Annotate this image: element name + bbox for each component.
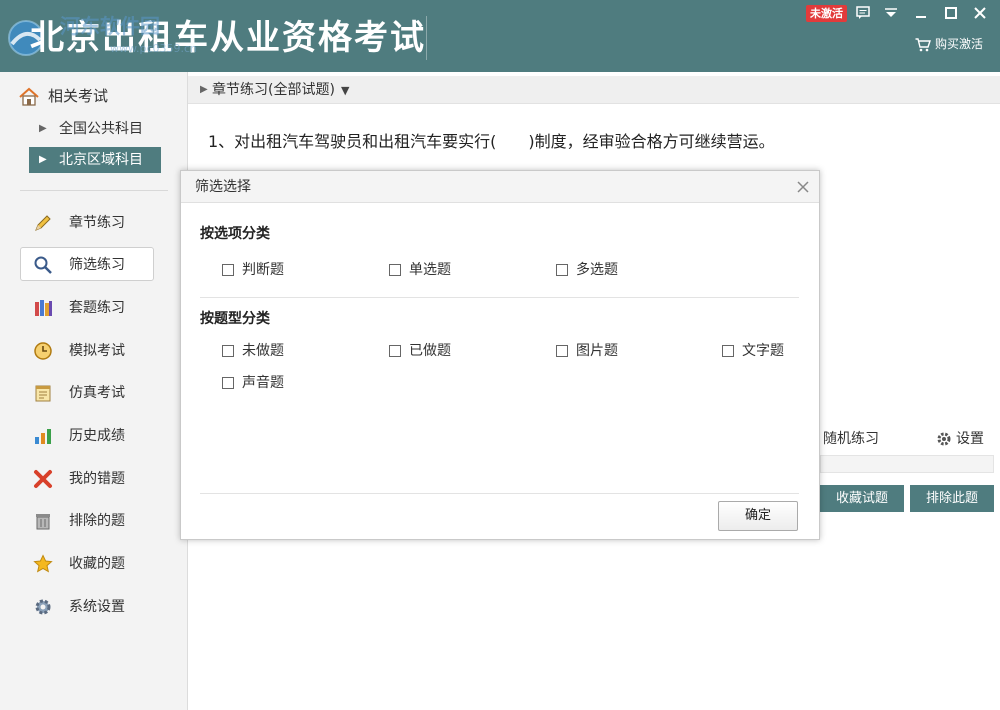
checkbox-image-question[interactable]: 图片题 xyxy=(556,341,618,361)
related-exams-header[interactable]: 相关考试 xyxy=(18,84,108,108)
nav-label: 收藏的题 xyxy=(69,556,125,572)
nav-chapter-practice[interactable]: 章节练习 xyxy=(20,205,154,239)
settings-label: 设置 xyxy=(956,431,984,447)
nav-history-scores[interactable]: 历史成绩 xyxy=(20,418,154,452)
star-icon xyxy=(33,554,53,573)
checkbox-done[interactable]: 已做题 xyxy=(389,341,451,361)
clock-icon xyxy=(34,342,52,360)
chevron-right-icon: ▶ xyxy=(39,154,47,165)
chevron-right-icon: ▶ xyxy=(200,84,208,95)
checkbox-not-done[interactable]: 未做题 xyxy=(222,341,284,361)
red-x-icon xyxy=(34,470,52,488)
magnifier-icon xyxy=(34,256,52,274)
checkbox-label: 声音题 xyxy=(242,375,284,391)
close-icon[interactable] xyxy=(969,3,991,23)
nav-label: 排除的题 xyxy=(69,513,125,529)
watermark-url: www.pc0359.cn xyxy=(110,42,198,55)
checkbox-box[interactable] xyxy=(222,264,234,276)
message-icon[interactable] xyxy=(852,3,874,23)
checkbox-box[interactable] xyxy=(389,264,401,276)
trash-icon xyxy=(36,514,50,530)
nav-label: 历史成绩 xyxy=(69,428,125,444)
notepad-icon xyxy=(35,385,51,402)
nav-set-practice[interactable]: 套题练习 xyxy=(20,290,154,324)
breadcrumb[interactable]: ▶ 章节练习(全部试题) ▼ xyxy=(188,76,1000,104)
checkbox-multiple-choice[interactable]: 多选题 xyxy=(556,260,618,280)
nav-excluded-questions[interactable]: 排除的题 xyxy=(20,503,154,537)
nav-favorite-questions[interactable]: 收藏的题 xyxy=(20,546,154,580)
dialog-divider xyxy=(200,297,799,298)
random-practice-option[interactable]: 随机练习 xyxy=(823,428,879,450)
checkbox-box[interactable] xyxy=(556,264,568,276)
checkbox-box[interactable] xyxy=(722,345,734,357)
gear-icon xyxy=(937,432,951,446)
activation-badge[interactable]: 未激活 xyxy=(806,5,847,22)
checkbox-text-question[interactable]: 文字题 xyxy=(722,341,784,361)
books-icon xyxy=(35,300,52,316)
watermark-text: 河东软件园 xyxy=(60,14,160,38)
checkbox-label: 单选题 xyxy=(409,262,451,278)
section-by-type: 按题型分类 xyxy=(200,311,270,327)
dialog-title: 筛选选择 xyxy=(195,179,251,195)
dialog-footer-divider xyxy=(200,493,799,494)
subject-label: 北京区域科目 xyxy=(59,152,143,168)
title-divider xyxy=(426,16,427,60)
subject-beijing-regional[interactable]: ▶ 北京区域科目 xyxy=(29,147,161,173)
exclude-question-button[interactable]: 排除此题 xyxy=(910,485,994,512)
maximize-icon[interactable] xyxy=(940,3,962,23)
buy-activate-button[interactable]: 购买激活 xyxy=(915,34,983,54)
nav-system-settings[interactable]: 系统设置 xyxy=(20,589,154,623)
nav-label: 套题练习 xyxy=(69,300,125,316)
breadcrumb-label: 章节练习(全部试题) xyxy=(212,82,335,98)
checkbox-box[interactable] xyxy=(556,345,568,357)
checkbox-label: 未做题 xyxy=(242,343,284,359)
bar-chart-icon xyxy=(35,429,51,444)
nav-mock-exam[interactable]: 模拟考试 xyxy=(20,333,154,367)
gear-icon xyxy=(35,599,51,615)
checkbox-label: 判断题 xyxy=(242,262,284,278)
title-bar: 北京出租车从业资格考试 河东软件园 www.pc0359.cn 未激活 购买激活 xyxy=(0,0,1000,72)
checkbox-single-choice[interactable]: 单选题 xyxy=(389,260,451,280)
checkbox-label: 图片题 xyxy=(576,343,618,359)
progress-track xyxy=(820,455,994,473)
checkbox-true-false[interactable]: 判断题 xyxy=(222,260,284,280)
dialog-header: 筛选选择 xyxy=(181,171,819,203)
subject-national-public[interactable]: ▶ 全国公共科目 xyxy=(29,116,161,142)
sidebar: 相关考试 ▶ 全国公共科目 ▶ 北京区域科目 章节练习 筛选练习 套题练习 模拟… xyxy=(0,72,188,710)
nav-my-wrong-questions[interactable]: 我的错题 xyxy=(20,461,154,495)
checkbox-label: 文字题 xyxy=(742,343,784,359)
nav-label: 模拟考试 xyxy=(69,343,125,359)
home-icon xyxy=(19,87,39,106)
chevron-right-icon: ▶ xyxy=(39,123,47,134)
caret-down-icon[interactable]: ▼ xyxy=(341,77,349,105)
cart-icon xyxy=(915,37,931,51)
checkbox-label: 已做题 xyxy=(409,343,451,359)
nav-label: 系统设置 xyxy=(69,599,125,615)
question-text: 1、对出租汽车驾驶员和出租汽车要实行( )制度，经审验合格方可继续营运。 xyxy=(208,132,775,151)
nav-filter-practice[interactable]: 筛选练习 xyxy=(20,247,154,281)
confirm-button[interactable]: 确定 xyxy=(718,501,798,531)
pencil-icon xyxy=(35,215,51,231)
filter-dialog: 筛选选择 按选项分类 判断题 单选题 多选题 按题型分类 未做题 已做题 图片题… xyxy=(180,170,820,540)
nav-label: 仿真考试 xyxy=(69,385,125,401)
nav-label: 章节练习 xyxy=(69,215,125,231)
checkbox-box[interactable] xyxy=(222,345,234,357)
section-by-option: 按选项分类 xyxy=(200,226,270,242)
nav-label: 我的错题 xyxy=(69,471,125,487)
nav-simulation-exam[interactable]: 仿真考试 xyxy=(20,375,154,409)
checkbox-audio-question[interactable]: 声音题 xyxy=(222,373,284,393)
collect-question-button[interactable]: 收藏试题 xyxy=(820,485,904,512)
menu-dropdown-icon[interactable] xyxy=(880,3,902,23)
sidebar-divider xyxy=(20,190,168,191)
subject-label: 全国公共科目 xyxy=(59,121,143,137)
settings-link[interactable]: 设置 xyxy=(936,428,984,450)
checkbox-label: 多选题 xyxy=(576,262,618,278)
related-exams-label: 相关考试 xyxy=(48,87,109,105)
checkbox-box[interactable] xyxy=(389,345,401,357)
checkbox-box[interactable] xyxy=(222,377,234,389)
buy-label: 购买激活 xyxy=(935,37,984,51)
minimize-icon[interactable] xyxy=(910,3,932,23)
close-icon[interactable] xyxy=(793,177,813,197)
nav-label: 筛选练习 xyxy=(69,257,125,273)
